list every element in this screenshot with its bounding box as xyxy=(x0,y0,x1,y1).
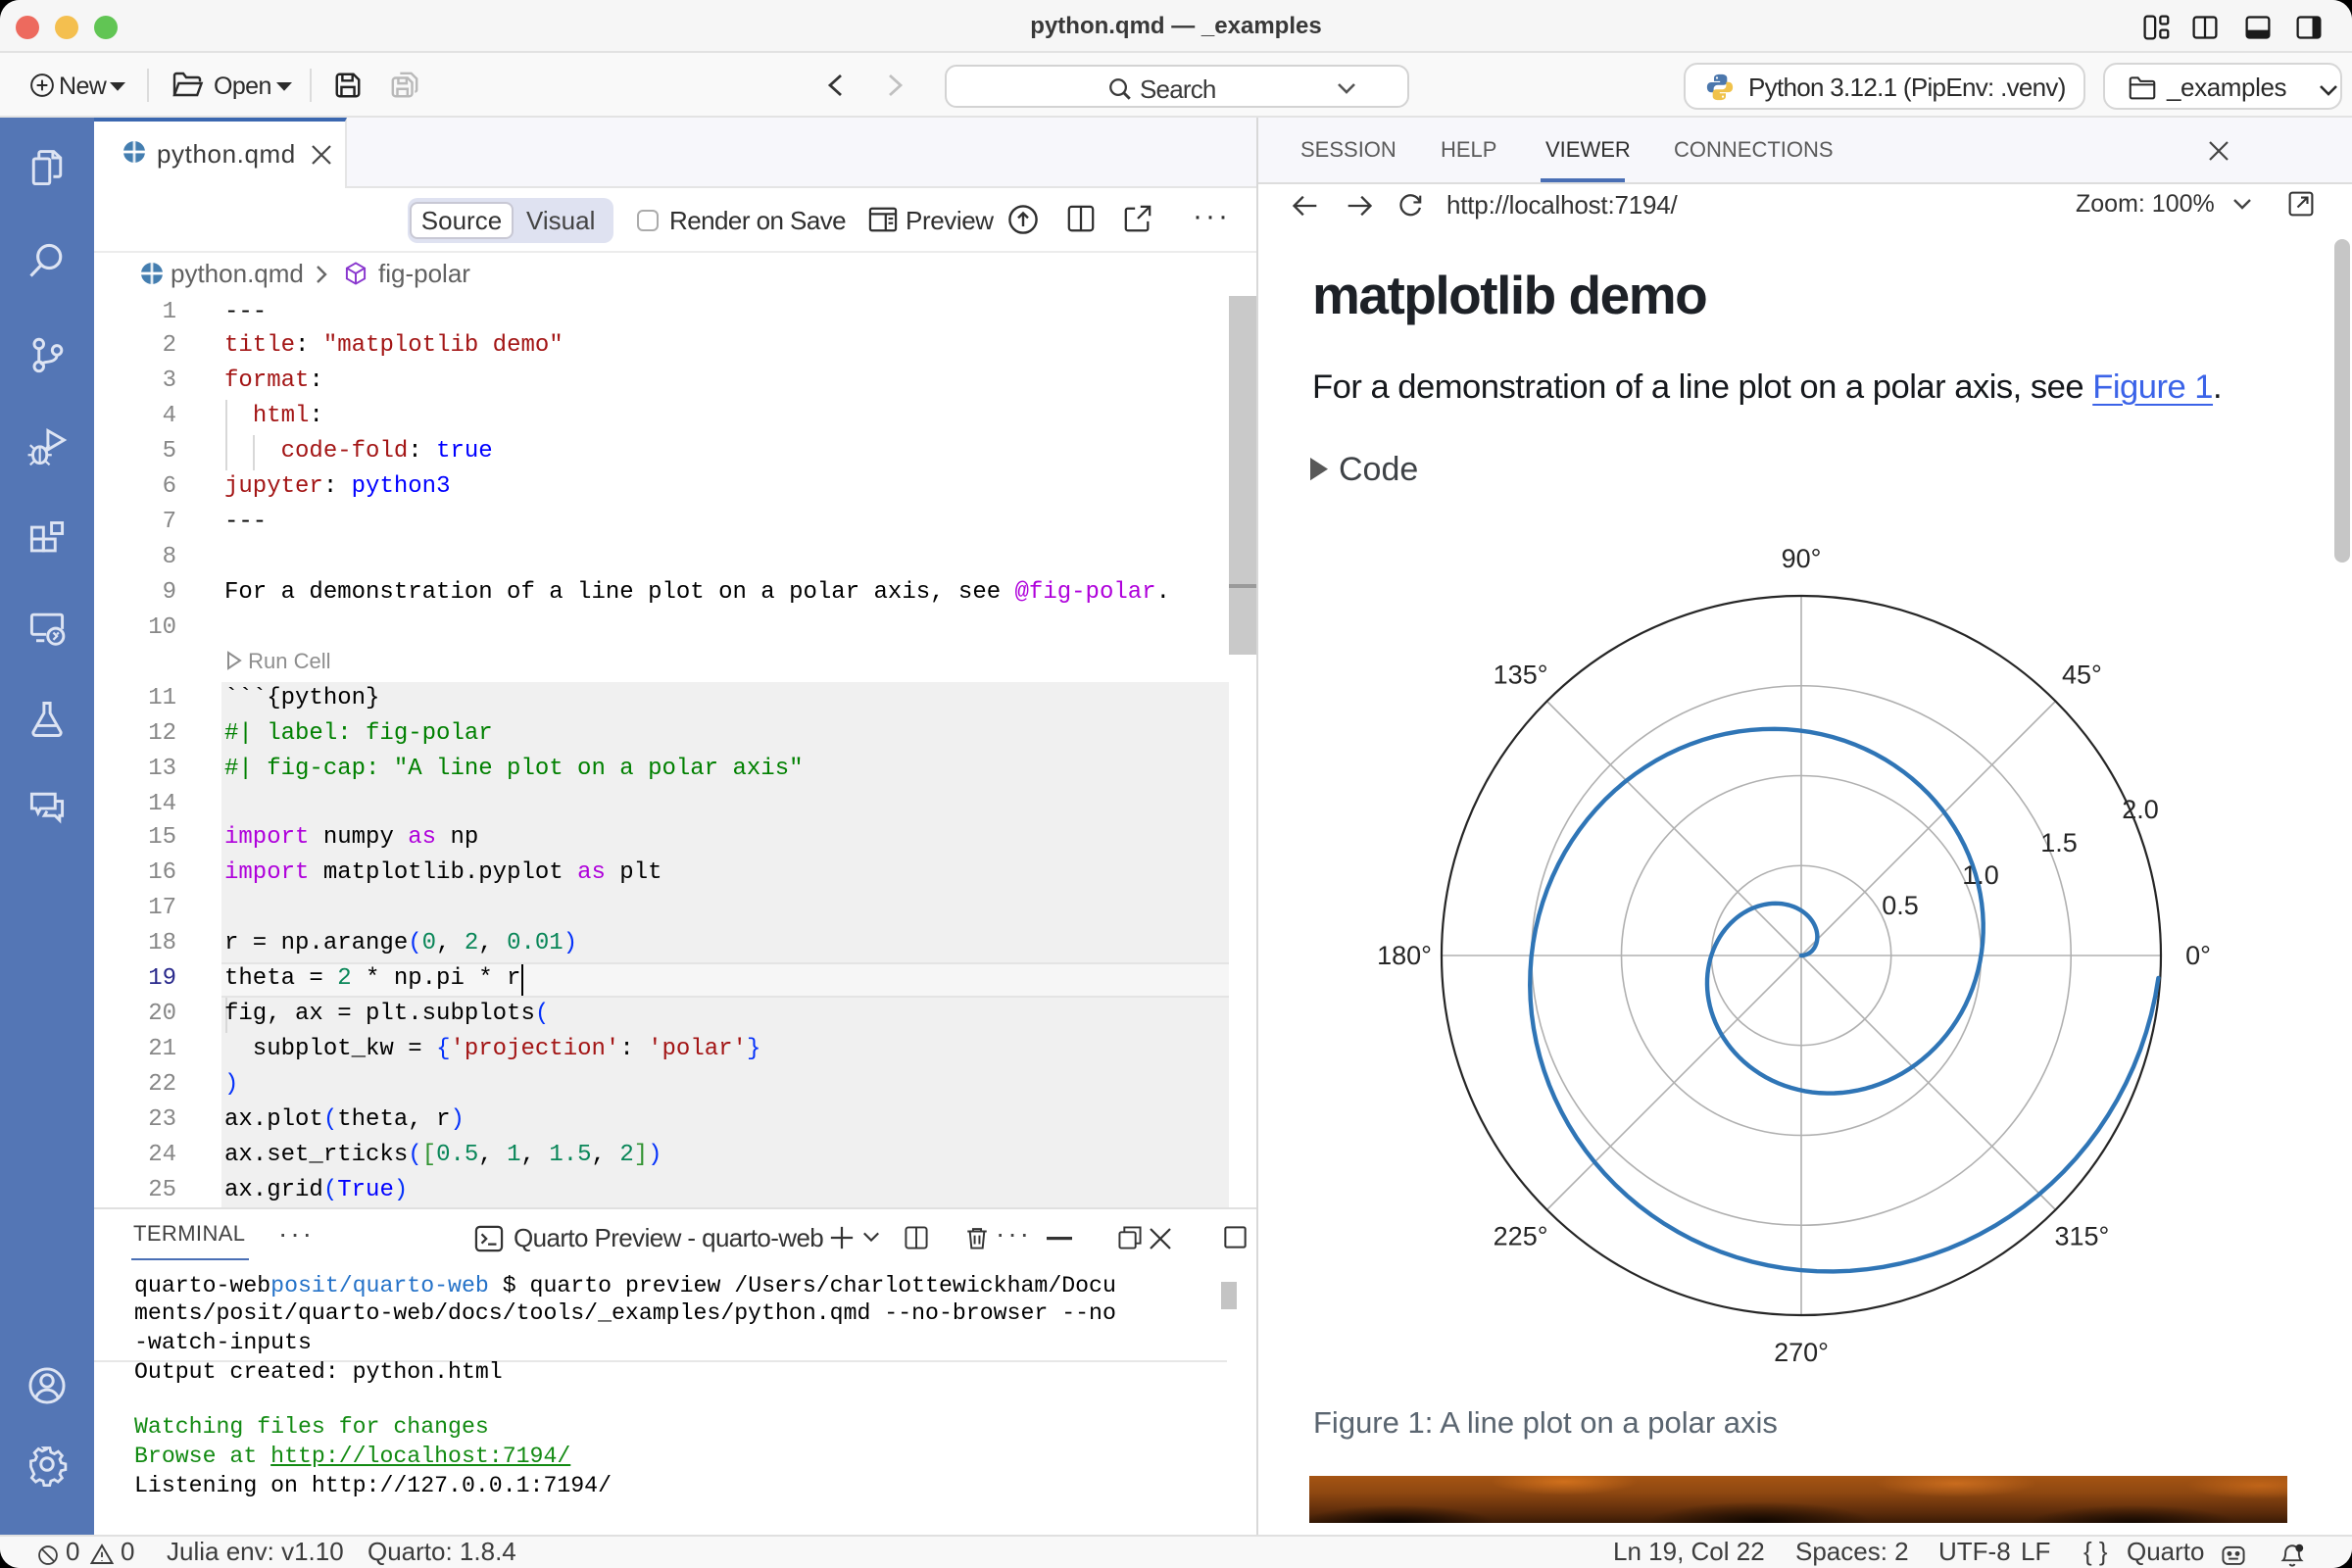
svg-text:270°: 270° xyxy=(1774,1338,1829,1367)
svg-text:1.0: 1.0 xyxy=(1962,860,1999,890)
svg-text:0°: 0° xyxy=(2185,941,2211,970)
svg-text:90°: 90° xyxy=(1782,544,1822,573)
svg-text:45°: 45° xyxy=(2062,661,2102,690)
svg-text:225°: 225° xyxy=(1494,1221,1548,1250)
svg-text:0.5: 0.5 xyxy=(1882,891,1919,920)
svg-text:2.0: 2.0 xyxy=(2122,795,2159,824)
svg-text:180°: 180° xyxy=(1377,941,1432,970)
svg-text:135°: 135° xyxy=(1494,661,1548,690)
svg-text:1.5: 1.5 xyxy=(2040,828,2078,858)
svg-text:315°: 315° xyxy=(2054,1221,2109,1250)
